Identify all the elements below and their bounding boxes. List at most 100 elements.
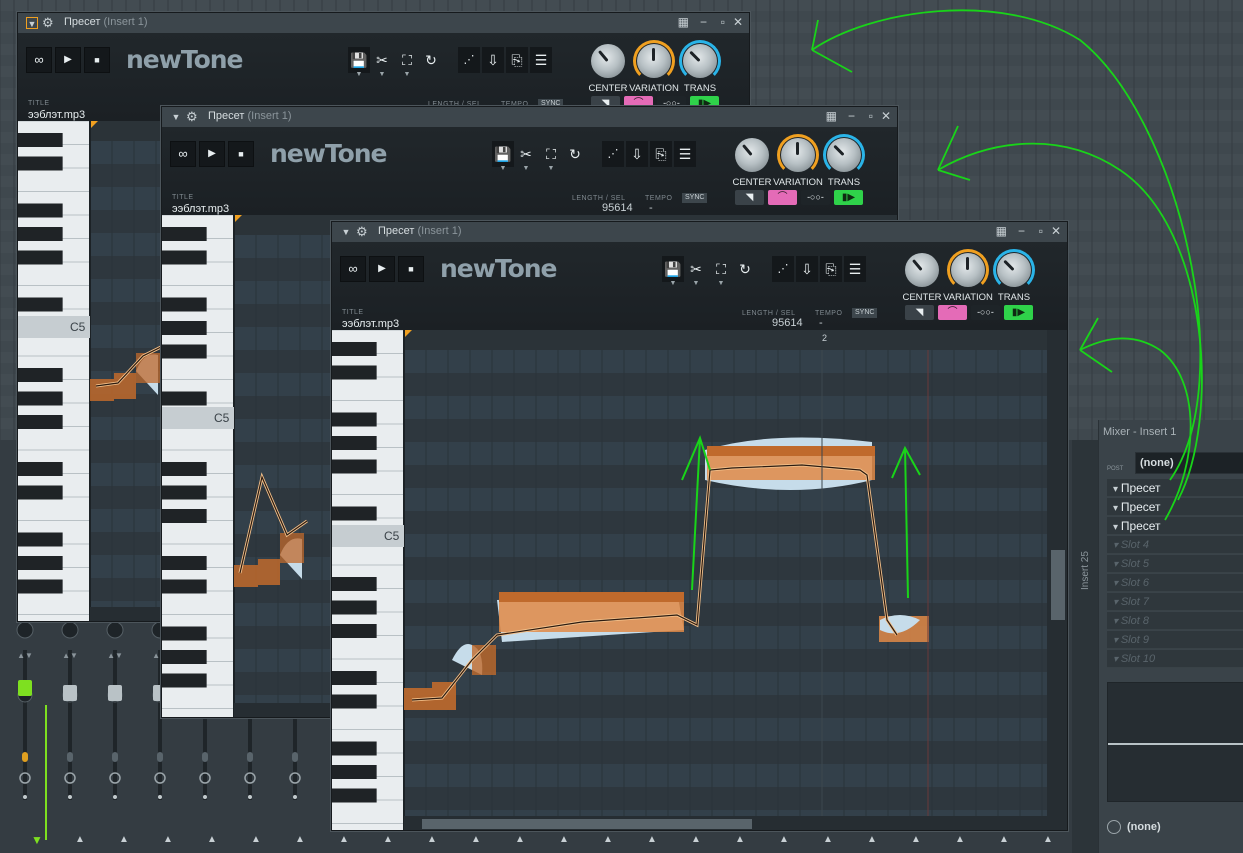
select-icon[interactable]: ⛶ ▼ bbox=[540, 141, 562, 172]
grid-icon[interactable]: ▦ bbox=[678, 15, 689, 30]
center-knob[interactable] bbox=[735, 138, 769, 172]
loop-icon[interactable]: ∞ bbox=[340, 256, 366, 282]
menu-icon[interactable]: ☰ bbox=[530, 47, 552, 73]
gear-icon[interactable]: ⚙ bbox=[356, 224, 368, 239]
sync-badge[interactable]: SYNC bbox=[682, 193, 708, 203]
maximize-icon[interactable]: ▫ bbox=[721, 15, 725, 30]
window-title: Пресет bbox=[378, 225, 415, 237]
sync-badge[interactable]: SYNC bbox=[852, 308, 878, 318]
export-icon[interactable]: ⇩ bbox=[482, 47, 504, 73]
maximize-icon[interactable]: ▫ bbox=[869, 109, 873, 124]
slot-menu-icon[interactable]: ▾ bbox=[1113, 654, 1121, 665]
insert-slot[interactable]: ▾ Пресет bbox=[1107, 517, 1243, 535]
import-icon[interactable]: ⎘ bbox=[506, 47, 528, 73]
loop-icon[interactable]: ∞ bbox=[170, 141, 196, 167]
slot-menu-icon[interactable]: ▾ bbox=[1113, 635, 1121, 646]
play-icon[interactable]: ▶ bbox=[369, 256, 395, 282]
link-icon[interactable]: -○○- bbox=[971, 305, 1000, 320]
export-icon[interactable]: ⇩ bbox=[626, 141, 648, 167]
insert-slot[interactable]: ▾ Slot 6 bbox=[1107, 574, 1243, 592]
loop-icon[interactable]: ∞ bbox=[26, 47, 52, 73]
undo-icon[interactable]: ↻ bbox=[564, 141, 586, 167]
grid-icon[interactable]: ▦ bbox=[996, 224, 1007, 239]
save-icon[interactable]: 💾 ▼ bbox=[348, 47, 370, 78]
undo-icon[interactable]: ↻ bbox=[420, 47, 442, 73]
export-icon[interactable]: ⇩ bbox=[796, 256, 818, 282]
pitch-tool-icon[interactable]: ⋰ bbox=[602, 141, 624, 167]
eq-graph[interactable] bbox=[1107, 682, 1243, 802]
gear-icon[interactable]: ⚙ bbox=[42, 15, 54, 30]
menu-icon[interactable]: ☰ bbox=[674, 141, 696, 167]
pitch-tool-icon[interactable]: ⋰ bbox=[458, 47, 480, 73]
stop-icon[interactable]: ■ bbox=[228, 141, 254, 167]
insert-slot[interactable]: ▾ Slot 9 bbox=[1107, 631, 1243, 649]
minimize-icon[interactable]: − bbox=[848, 109, 855, 124]
slot-menu-icon[interactable]: ▾ bbox=[1113, 484, 1121, 495]
slot-menu-icon[interactable]: ▾ bbox=[1113, 522, 1121, 533]
gear-icon[interactable]: ⚙ bbox=[186, 109, 198, 124]
window-menu-icon[interactable]: ▼ bbox=[340, 226, 352, 238]
newtone-plugin-window[interactable]: ▼ ⚙ Пресет (Insert 1) ▦ − ▫ ✕ ∞ ▶ ■ newT… bbox=[331, 221, 1068, 831]
slot-menu-icon[interactable]: ▾ bbox=[1113, 503, 1121, 514]
play-icon[interactable]: ▶ bbox=[55, 47, 81, 73]
close-icon[interactable]: ✕ bbox=[881, 109, 891, 124]
pitch-drift-icon[interactable]: ⌒ bbox=[768, 190, 797, 205]
mixer-output[interactable]: (none) bbox=[1107, 820, 1161, 834]
slot-menu-icon[interactable]: ▾ bbox=[1113, 616, 1121, 627]
slot-menu-icon[interactable]: ▾ bbox=[1113, 540, 1121, 551]
mixer-input-row[interactable]: POST (none) bbox=[1107, 452, 1243, 476]
minimize-icon[interactable]: − bbox=[1018, 224, 1025, 239]
trans-knob[interactable] bbox=[993, 249, 1035, 291]
variation-knob[interactable] bbox=[947, 249, 989, 291]
slot-menu-icon[interactable]: ▾ bbox=[1113, 559, 1121, 570]
window-menu-icon[interactable]: ▼ bbox=[170, 111, 182, 123]
scissors-icon[interactable]: ✂ ▼ bbox=[685, 256, 707, 287]
center-knob[interactable] bbox=[591, 44, 625, 78]
save-icon[interactable]: 💾 ▼ bbox=[492, 141, 514, 172]
insert-slot[interactable]: ▾ Slot 5 bbox=[1107, 555, 1243, 573]
window-titlebar[interactable]: ▼ ⚙ Пресет (Insert 1) ▦ − ▫ ✕ bbox=[162, 107, 897, 127]
pitch-drift-icon[interactable]: ⌒ bbox=[938, 305, 967, 320]
window-titlebar[interactable]: ▼ ⚙ Пресет (Insert 1) ▦ − ▫ ✕ bbox=[332, 222, 1067, 242]
transpose-icon[interactable]: ▮▶ bbox=[1004, 305, 1033, 320]
pitch-tool-icon[interactable]: ⋰ bbox=[772, 256, 794, 282]
insert-slot[interactable]: ▾ Пресет bbox=[1107, 498, 1243, 516]
trans-knob[interactable] bbox=[679, 40, 721, 82]
close-icon[interactable]: ✕ bbox=[1051, 224, 1061, 239]
mixer-input-select[interactable]: (none) bbox=[1135, 452, 1243, 474]
trans-knob[interactable] bbox=[823, 134, 865, 176]
variation-knob[interactable] bbox=[777, 134, 819, 176]
undo-icon[interactable]: ↻ bbox=[734, 256, 756, 282]
maximize-icon[interactable]: ▫ bbox=[1039, 224, 1043, 239]
insert-slot[interactable]: ▾ Slot 4 bbox=[1107, 536, 1243, 554]
grid-icon[interactable]: ▦ bbox=[826, 109, 837, 124]
scissors-icon[interactable]: ✂ ▼ bbox=[371, 47, 393, 78]
note-mode-icon[interactable]: ◥ bbox=[735, 190, 764, 205]
close-icon[interactable]: ✕ bbox=[733, 15, 743, 30]
insert-slot[interactable]: ▾ Пресет bbox=[1107, 479, 1243, 497]
minimize-icon[interactable]: − bbox=[700, 15, 707, 30]
window-menu-icon[interactable]: ▼ bbox=[26, 17, 38, 29]
play-icon[interactable]: ▶ bbox=[199, 141, 225, 167]
window-titlebar[interactable]: ▼ ⚙ Пресет (Insert 1) ▦ − ▫ ✕ bbox=[18, 13, 749, 33]
slot-menu-icon[interactable]: ▾ bbox=[1113, 597, 1121, 608]
scissors-icon[interactable]: ✂ ▼ bbox=[515, 141, 537, 172]
transpose-icon[interactable]: ▮▶ bbox=[834, 190, 863, 205]
stop-icon[interactable]: ■ bbox=[84, 47, 110, 73]
center-knob[interactable] bbox=[905, 253, 939, 287]
save-icon[interactable]: 💾 ▼ bbox=[662, 256, 684, 287]
link-icon[interactable]: -○○- bbox=[801, 190, 830, 205]
note-mode-icon[interactable]: ◥ bbox=[905, 305, 934, 320]
select-icon[interactable]: ⛶ ▼ bbox=[396, 47, 418, 78]
insert-slot[interactable]: ▾ Slot 7 bbox=[1107, 593, 1243, 611]
import-icon[interactable]: ⎘ bbox=[820, 256, 842, 282]
stop-icon[interactable]: ■ bbox=[398, 256, 424, 282]
select-icon[interactable]: ⛶ ▼ bbox=[710, 256, 732, 287]
piano-roll[interactable]: C5 2 bbox=[332, 330, 1067, 830]
variation-knob[interactable] bbox=[633, 40, 675, 82]
import-icon[interactable]: ⎘ bbox=[650, 141, 672, 167]
insert-slot[interactable]: ▾ Slot 10 bbox=[1107, 650, 1243, 668]
slot-menu-icon[interactable]: ▾ bbox=[1113, 578, 1121, 589]
insert-slot[interactable]: ▾ Slot 8 bbox=[1107, 612, 1243, 630]
menu-icon[interactable]: ☰ bbox=[844, 256, 866, 282]
